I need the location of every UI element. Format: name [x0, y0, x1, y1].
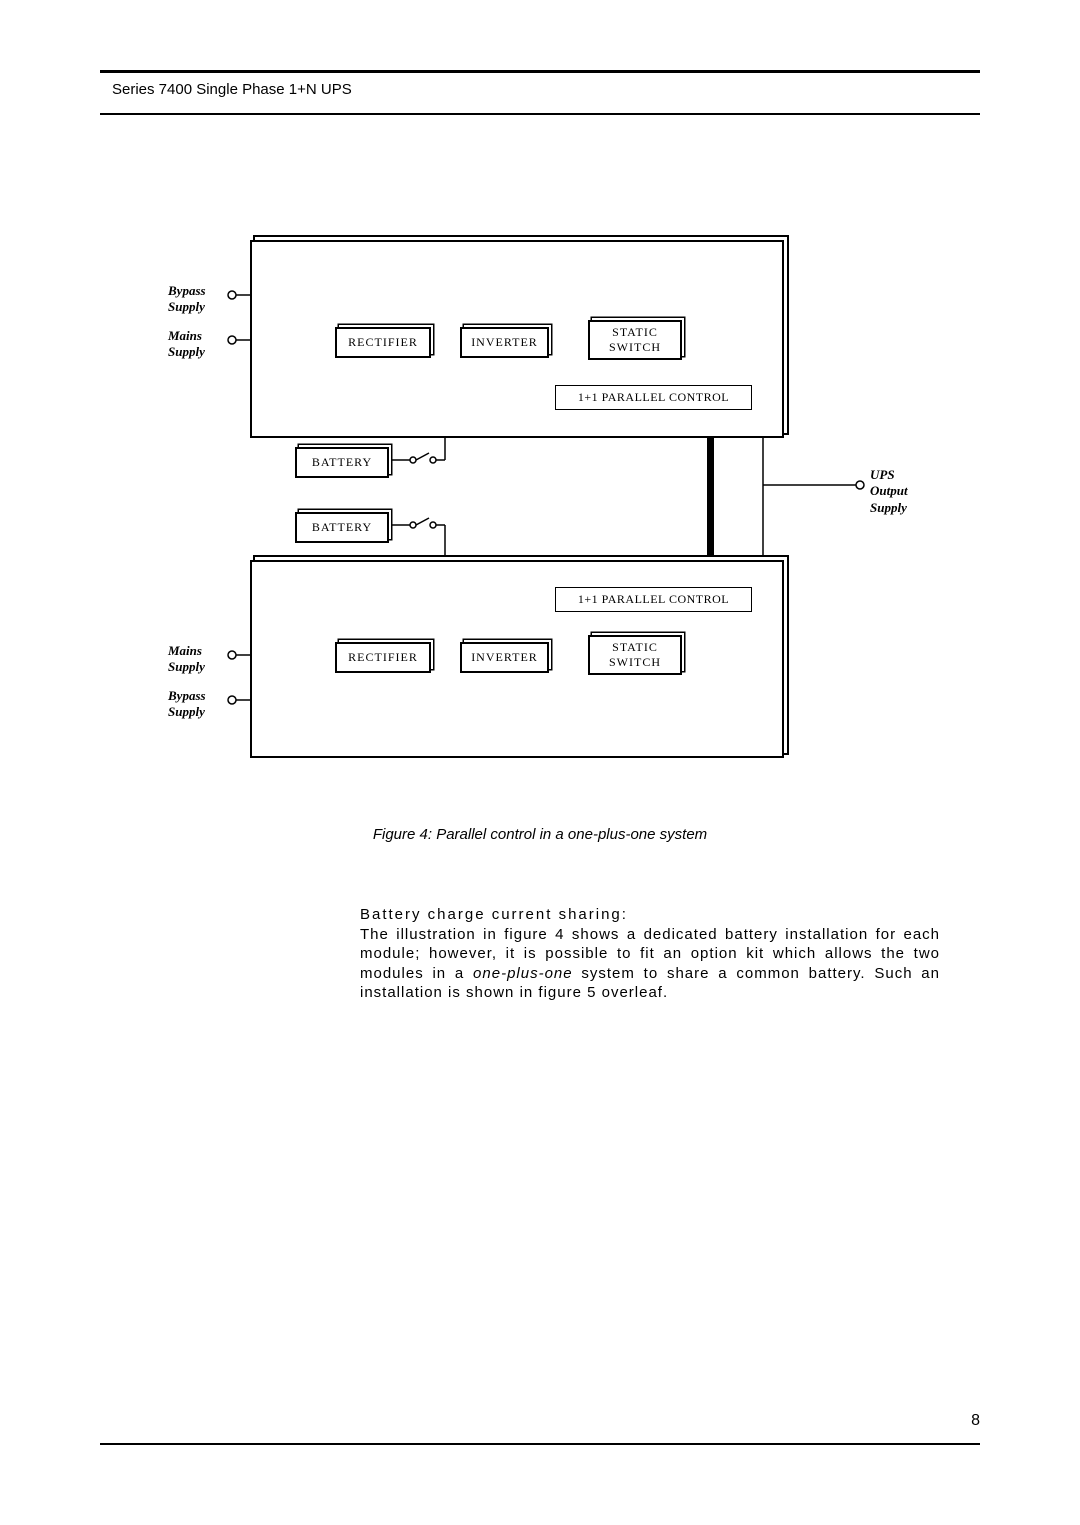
static-switch-block-top: STATIC SWITCH — [588, 320, 682, 360]
ups-output-supply-label: UPS Output Supply — [870, 467, 908, 516]
static-switch-block-bottom: STATIC SWITCH — [588, 635, 682, 675]
section-heading: Battery charge current sharing: — [360, 906, 628, 923]
inverter-block-top: INVERTER — [460, 327, 549, 358]
parallel-control-bottom: 1+1 PARALLEL CONTROL — [555, 587, 752, 612]
static-switch-line2: SWITCH — [590, 340, 680, 355]
bypass-supply-label-bottom: Bypass Supply — [168, 688, 206, 721]
battery-block-bottom: BATTERY — [295, 512, 389, 543]
body-text-block: Battery charge current sharing: The illu… — [360, 905, 940, 1003]
static-switch-line1: STATIC — [590, 325, 680, 340]
bypass-supply-label-top: Bypass Supply — [168, 283, 206, 316]
page-number: 8 — [971, 1412, 980, 1430]
footer-rule — [100, 1443, 980, 1445]
parallel-control-top: 1+1 PARALLEL CONTROL — [555, 385, 752, 410]
mains-supply-label-bottom: Mains Supply — [168, 643, 205, 676]
rectifier-block-bottom: RECTIFIER — [335, 642, 431, 673]
static-switch-line1b: STATIC — [590, 640, 680, 655]
rectifier-block-top: RECTIFIER — [335, 327, 431, 358]
diagram-figure-4: RECTIFIER INVERTER STATIC SWITCH 1+1 PAR… — [160, 235, 940, 790]
header-rule: Series 7400 Single Phase 1+N UPS — [100, 70, 980, 115]
document-header: Series 7400 Single Phase 1+N UPS — [100, 73, 980, 98]
figure-caption: Figure 4: Parallel control in a one-plus… — [100, 826, 980, 843]
static-switch-line2b: SWITCH — [590, 655, 680, 670]
battery-block-top: BATTERY — [295, 447, 389, 478]
mains-supply-label-top: Mains Supply — [168, 328, 205, 361]
inverter-block-bottom: INVERTER — [460, 642, 549, 673]
paragraph-part-b: one-plus-one — [473, 965, 573, 982]
